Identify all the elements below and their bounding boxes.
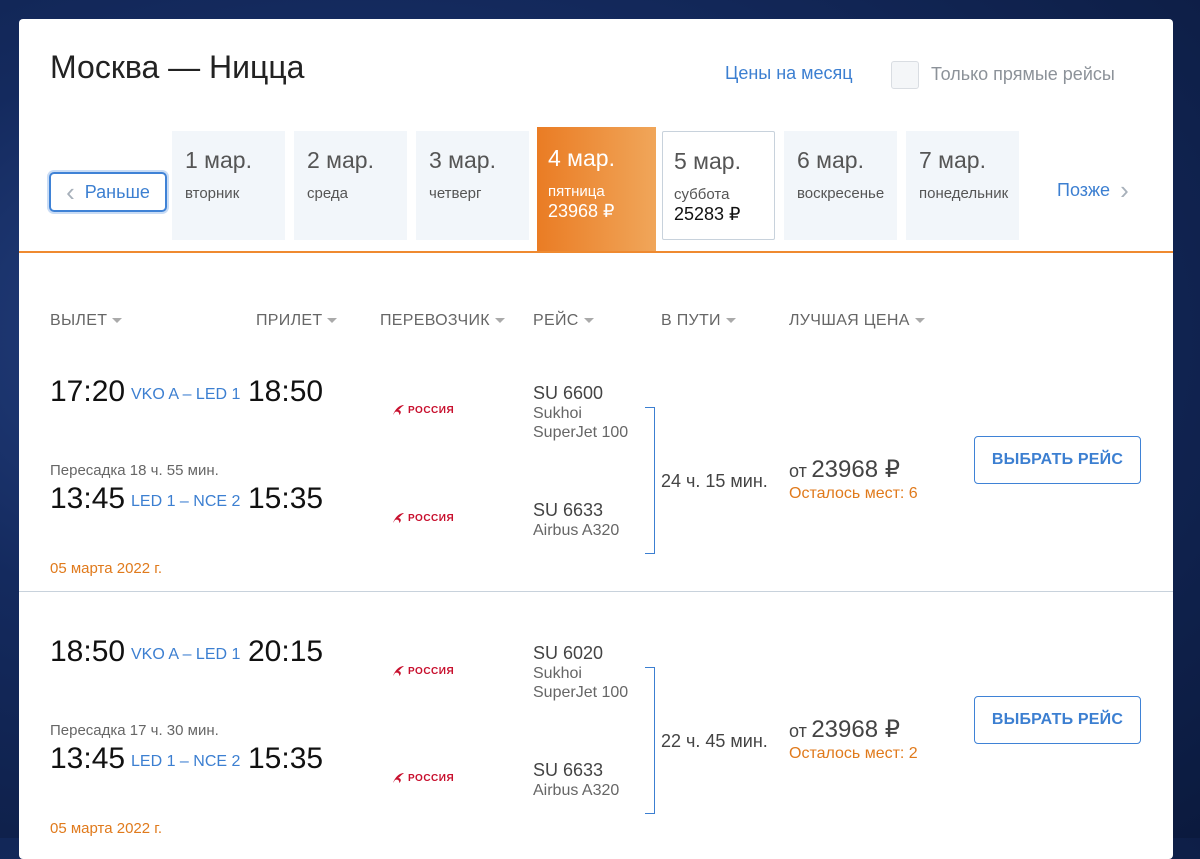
aircraft-type: Airbus A320 [533, 782, 620, 799]
transfer-info: Пересадка 18 ч. 55 мин. [50, 462, 219, 479]
date-day: 3 мар. [429, 147, 496, 173]
sort-arrow-icon [327, 318, 338, 324]
sort-arrival[interactable]: ПРИЛЕТ [256, 312, 338, 330]
airline-logo: РОССИЯ [391, 665, 454, 677]
sort-flight[interactable]: РЕЙС [533, 312, 594, 330]
date-tab-5[interactable]: 5 мар. суббота 25283 ₽ [662, 131, 775, 240]
later-button[interactable]: Позже › [1057, 177, 1129, 203]
arrival-time: 15:35 [248, 742, 324, 775]
rossiya-mark-icon [393, 513, 404, 523]
departure-time: 18:50 [50, 635, 126, 668]
date-day: 7 мар. [919, 147, 986, 173]
date-day: 4 мар. [548, 145, 615, 171]
select-flight-button[interactable]: ВЫБРАТЬ РЕЙС [974, 436, 1141, 484]
segment-airports: VKO A – LED 1 [131, 386, 241, 403]
itinerary-card: 18:50 VKO A – LED 1 20:15 РОССИЯ SU 6020… [19, 592, 1173, 837]
arrival-date: 05 марта 2022 г. [50, 560, 163, 577]
date-tab-7[interactable]: 7 мар. понедельник [906, 131, 1019, 240]
sort-arrow-icon [583, 318, 594, 324]
sort-departure[interactable]: ВЫЛЕТ [50, 312, 123, 330]
date-tab-1[interactable]: 1 мар. вторник [172, 131, 285, 240]
date-weekday: понедельник [919, 185, 1009, 202]
date-price: 25283 ₽ [674, 204, 741, 224]
itinerary-card: 17:20 VKO A – LED 1 18:50 РОССИЯ SU 6600… [19, 352, 1173, 590]
arrival-time: 20:15 [248, 635, 324, 668]
earlier-button[interactable]: ‹ Раньше [49, 172, 167, 212]
price: от 23968 ₽ [789, 716, 900, 743]
price: от 23968 ₽ [789, 456, 900, 483]
total-duration: 22 ч. 45 мин. [661, 731, 768, 751]
chevron-left-icon: ‹ [66, 177, 75, 207]
seats-left: Осталось мест: 6 [789, 485, 918, 502]
transfer-info: Пересадка 17 ч. 30 мин. [50, 722, 219, 739]
sort-arrow-icon [494, 318, 505, 324]
date-tab-2[interactable]: 2 мар. среда [294, 131, 407, 240]
date-day: 5 мар. [674, 148, 741, 174]
aircraft-type: Sukhoi SuperJet 100 [533, 405, 629, 441]
date-selector-divider [19, 251, 1173, 253]
later-label: Позже [1057, 179, 1111, 200]
date-weekday: вторник [185, 185, 240, 202]
departure-time: 13:45 [50, 482, 126, 515]
sort-arrow-icon [725, 318, 736, 324]
page-title: Москва — Ницца [50, 49, 305, 85]
itinerary-bracket [645, 407, 655, 554]
airline-logo: РОССИЯ [391, 404, 454, 416]
sort-duration[interactable]: В ПУТИ [661, 312, 736, 330]
date-tab-4-selected[interactable]: 4 мар. пятница 23968 ₽ [537, 127, 656, 252]
rossiya-mark-icon [393, 666, 404, 676]
rossiya-mark-icon [393, 773, 404, 783]
segment-airports: VKO A – LED 1 [131, 646, 241, 663]
sort-arrow-icon [112, 318, 123, 324]
flight-number: SU 6633 [533, 760, 604, 780]
itinerary-bracket [645, 667, 655, 814]
date-price: 23968 ₽ [548, 201, 615, 221]
seats-left: Осталось мест: 2 [789, 745, 918, 762]
airline-logo: РОССИЯ [391, 512, 454, 524]
rossiya-mark-icon [393, 405, 404, 415]
airline-logo: РОССИЯ [391, 772, 454, 784]
departure-time: 13:45 [50, 742, 126, 775]
flight-number: SU 6633 [533, 500, 604, 520]
departure-time: 17:20 [50, 375, 126, 408]
arrival-time: 18:50 [248, 375, 324, 408]
date-weekday: суббота [674, 186, 730, 203]
aircraft-type: Sukhoi SuperJet 100 [533, 665, 629, 701]
date-weekday: воскресенье [797, 185, 885, 202]
month-prices-link[interactable]: Цены на месяц [725, 63, 853, 84]
date-weekday: среда [307, 185, 348, 202]
direct-only-label[interactable]: Только прямые рейсы [931, 64, 1115, 85]
date-day: 6 мар. [797, 147, 864, 173]
sort-carrier[interactable]: ПЕРЕВОЗЧИК [380, 312, 505, 330]
date-tab-6[interactable]: 6 мар. воскресенье [784, 131, 897, 240]
select-flight-button[interactable]: ВЫБРАТЬ РЕЙС [974, 696, 1141, 744]
segment-airports: LED 1 – NCE 2 [131, 493, 241, 510]
chevron-right-icon: › [1120, 175, 1129, 205]
date-weekday: четверг [429, 185, 482, 202]
flight-number: SU 6600 [533, 383, 604, 403]
search-results-panel: Москва — Ницца Цены на месяц Только прям… [19, 19, 1173, 859]
date-tab-3[interactable]: 3 мар. четверг [416, 131, 529, 240]
date-day: 1 мар. [185, 147, 252, 173]
earlier-label: Раньше [84, 181, 150, 202]
arrival-time: 15:35 [248, 482, 324, 515]
sort-arrow-icon [914, 318, 925, 324]
aircraft-type: Airbus A320 [533, 522, 620, 539]
date-weekday: пятница [548, 183, 605, 200]
flight-number: SU 6020 [533, 643, 604, 663]
direct-only-checkbox[interactable] [891, 61, 919, 89]
arrival-date: 05 марта 2022 г. [50, 820, 163, 837]
segment-airports: LED 1 – NCE 2 [131, 753, 241, 770]
sort-best-price[interactable]: ЛУЧШАЯ ЦЕНА [789, 312, 925, 330]
total-duration: 24 ч. 15 мин. [661, 471, 768, 491]
date-day: 2 мар. [307, 147, 374, 173]
